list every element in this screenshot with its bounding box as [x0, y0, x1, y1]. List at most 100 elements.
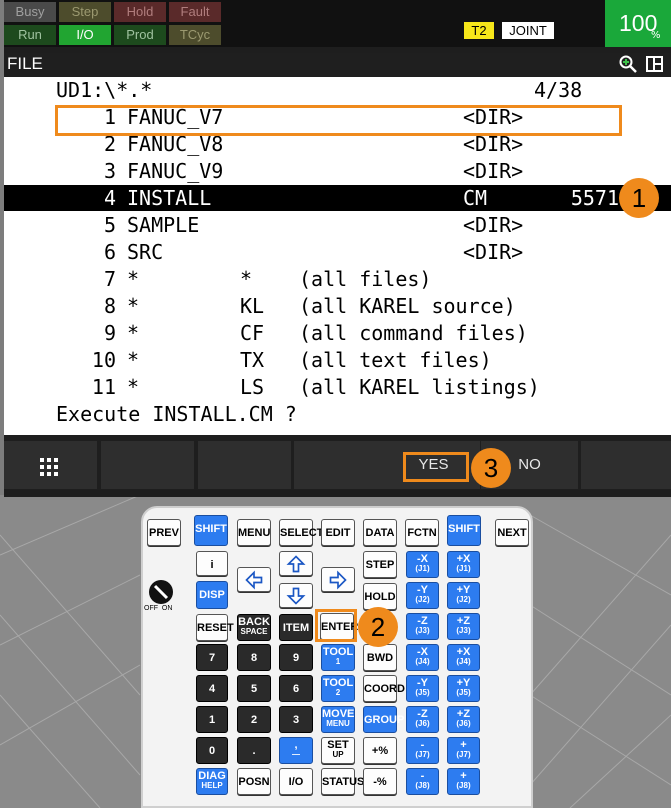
- file-row[interactable]: 1 FANUC_V7 <DIR>: [4, 104, 671, 130]
- reset-key[interactable]: RESET: [196, 614, 234, 641]
- jog-minus-key-6[interactable]: -Z (J6): [406, 706, 439, 733]
- jog-plus-key-6[interactable]: +Z (J6): [447, 706, 480, 733]
- arrow-right-key[interactable]: [321, 567, 355, 592]
- jog-plus-key-2[interactable]: +Y (J2): [447, 582, 480, 609]
- coord-key[interactable]: COORD: [363, 675, 405, 702]
- jog-minus-key-7[interactable]: - (J7): [406, 737, 439, 764]
- minus-percent-key[interactable]: -%: [363, 768, 397, 795]
- setup-key-label: UP: [332, 750, 344, 759]
- status-key[interactable]: STATUS: [321, 768, 364, 795]
- key-5-label: 5: [250, 683, 258, 695]
- group-key[interactable]: GROUP: [363, 706, 404, 733]
- split-window-icon[interactable]: [646, 56, 663, 72]
- bwd-key[interactable]: BWD: [363, 644, 397, 671]
- row-number: 11: [91, 375, 116, 399]
- fkey-f5[interactable]: [581, 441, 671, 489]
- file-row[interactable]: 10 * TX (all text files): [4, 347, 671, 373]
- jog-minus-key-2[interactable]: -Y (J2): [406, 582, 439, 609]
- item-key[interactable]: ITEM: [279, 614, 313, 641]
- disp-key[interactable]: DISP: [196, 581, 228, 609]
- file-row[interactable]: 2 FANUC_V8 <DIR>: [4, 131, 671, 157]
- posn-key[interactable]: POSN: [237, 768, 271, 795]
- jog-plus-key-5[interactable]: +Y (J5): [447, 675, 480, 702]
- shift-key-right[interactable]: SHIFT: [447, 515, 481, 546]
- file-desc: <DIR>: [463, 159, 524, 183]
- key-6[interactable]: 6: [279, 675, 313, 702]
- jog-plus-key-8[interactable]: + (J8): [447, 768, 480, 795]
- status-tcyc: TCyc: [169, 25, 221, 45]
- tool1-key[interactable]: TOOL 1: [321, 644, 355, 671]
- tool2-key[interactable]: TOOL 2: [321, 675, 355, 702]
- edit-key[interactable]: EDIT: [321, 519, 355, 546]
- fkey-yes[interactable]: YES: [387, 441, 480, 489]
- setup-key[interactable]: SET UP: [321, 737, 355, 764]
- key-8[interactable]: 8: [237, 644, 271, 671]
- tool2-key-label: 2: [335, 688, 341, 697]
- move-menu-key[interactable]: MOVE MENU: [321, 706, 355, 733]
- listing-position: 4/38: [534, 78, 583, 102]
- plus-percent-key[interactable]: +%: [363, 737, 397, 764]
- file-row[interactable]: 3 FANUC_V9 <DIR>: [4, 158, 671, 184]
- jog-plus-key-3[interactable]: +Z (J3): [447, 613, 480, 640]
- key-dot[interactable]: .: [237, 737, 271, 764]
- fkey-top-menu[interactable]: [4, 441, 97, 489]
- arrow-left-key[interactable]: [237, 567, 271, 592]
- file-row[interactable]: 4 INSTALL CM 5571: [4, 185, 671, 211]
- backspace-key[interactable]: BACK SPACE: [237, 614, 271, 641]
- arrow-up-key[interactable]: [279, 551, 313, 576]
- fkey-f2[interactable]: [198, 441, 291, 489]
- confirm-prompt: Execute INSTALL.CM ?: [4, 401, 671, 427]
- file-row[interactable]: 7 * * (all files): [4, 266, 671, 292]
- jog-plus-key-1[interactable]: +X (J1): [447, 551, 480, 578]
- data-key-label: DATA: [365, 527, 395, 539]
- jog-minus-key-3[interactable]: -Z (J3): [406, 613, 439, 640]
- jog-minus-key-8[interactable]: - (J8): [406, 768, 439, 795]
- jog-plus-key-3-label: (J3): [456, 626, 471, 635]
- menu-key[interactable]: MENU: [237, 519, 271, 546]
- select-key[interactable]: SELECT: [279, 519, 323, 546]
- data-key[interactable]: DATA: [363, 519, 397, 546]
- file-row[interactable]: 5 SAMPLE <DIR>: [4, 212, 671, 238]
- zoom-in-icon[interactable]: [619, 55, 637, 73]
- diag-help-key[interactable]: DIAG HELP: [196, 768, 228, 795]
- file-row[interactable]: 6 SRC <DIR>: [4, 239, 671, 265]
- shift-key-left[interactable]: SHIFT: [194, 515, 228, 546]
- arrow-down-key[interactable]: [279, 583, 313, 608]
- key-0-label: 0: [208, 745, 216, 757]
- edit-key-label: EDIT: [325, 527, 351, 539]
- key-0[interactable]: 0: [196, 737, 228, 764]
- key-5[interactable]: 5: [237, 675, 271, 702]
- file-row[interactable]: 9 * CF (all command files): [4, 320, 671, 346]
- file-name: *: [127, 348, 140, 372]
- jog-plus-key-4[interactable]: +X (J4): [447, 644, 480, 671]
- mode-badge-t2: T2: [464, 22, 494, 39]
- io-key[interactable]: I/O: [279, 768, 313, 795]
- prev-key[interactable]: PREV: [147, 519, 181, 546]
- posn-key-label: POSN: [238, 776, 270, 788]
- key-4[interactable]: 4: [196, 675, 228, 702]
- jog-minus-key-5[interactable]: -Y (J5): [406, 675, 439, 702]
- key-comma-minus[interactable]: , —: [279, 737, 313, 764]
- file-row[interactable]: 8 * KL (all KAREL source): [4, 293, 671, 319]
- jog-plus-key-7[interactable]: + (J7): [447, 737, 480, 764]
- key-7[interactable]: 7: [196, 644, 228, 671]
- key-2[interactable]: 2: [237, 706, 271, 733]
- hold-key[interactable]: HOLD: [363, 583, 397, 610]
- speed-override[interactable]: 100 %: [605, 0, 671, 47]
- pendant-screen: Busy Step Hold Fault Run I/O Prod TCyc T…: [4, 0, 671, 497]
- file-desc: (all KAREL listings): [299, 375, 540, 399]
- key-9[interactable]: 9: [279, 644, 313, 671]
- info-key[interactable]: i: [196, 551, 228, 576]
- enter-key[interactable]: ENTER: [320, 613, 358, 640]
- jog-minus-key-1[interactable]: -X (J1): [406, 551, 439, 578]
- fkey-f3[interactable]: [294, 441, 387, 489]
- step-key[interactable]: STEP: [363, 551, 397, 578]
- file-row[interactable]: 11 * LS (all KAREL listings): [4, 374, 671, 400]
- fkey-f1[interactable]: [101, 441, 194, 489]
- jog-minus-key-4[interactable]: -X (J4): [406, 644, 439, 671]
- key-1[interactable]: 1: [196, 706, 228, 733]
- next-key[interactable]: NEXT: [495, 519, 529, 546]
- key-3[interactable]: 3: [279, 706, 313, 733]
- fctn-key[interactable]: FCTN: [405, 519, 439, 546]
- reset-key-label: RESET: [197, 622, 234, 634]
